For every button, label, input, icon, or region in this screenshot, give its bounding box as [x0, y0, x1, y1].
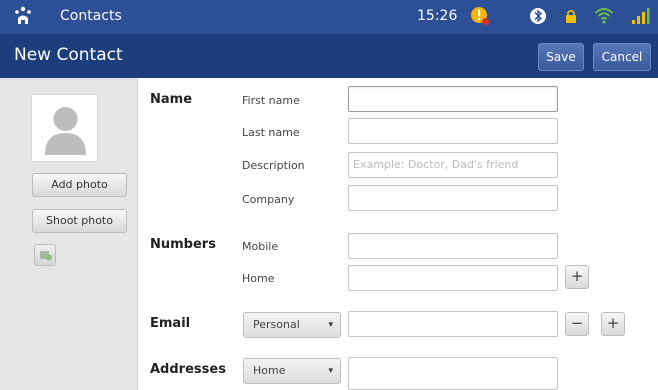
gallery-icon — [40, 251, 52, 261]
page-title: New Contact — [14, 45, 123, 65]
address-type-value: Home — [253, 364, 286, 377]
mobile-label: Mobile — [242, 240, 279, 253]
alert-icon — [471, 7, 489, 25]
name-section-label: Name — [150, 92, 193, 107]
email-type-select[interactable]: Personal ▾ — [243, 312, 341, 338]
dropdown-arrow-icon: ▾ — [328, 320, 333, 330]
add-number-button[interactable]: + — [565, 265, 589, 289]
dropdown-arrow-icon: ▾ — [328, 366, 333, 376]
contact-placeholder-icon — [45, 107, 86, 155]
remove-email-button[interactable]: − — [565, 312, 589, 336]
home-phone-input[interactable] — [348, 265, 558, 291]
status-app-name: Contacts — [60, 8, 122, 24]
app-icon — [15, 6, 31, 24]
company-label: Company — [242, 193, 295, 206]
lock-icon — [566, 9, 576, 23]
status-bar: Contacts 15:26 — [0, 0, 658, 34]
add-photo-button[interactable]: Add photo — [32, 173, 127, 197]
company-input[interactable] — [348, 185, 558, 211]
description-label: Description — [242, 159, 305, 172]
photo-settings-button[interactable] — [34, 244, 56, 266]
address-type-select[interactable]: Home ▾ — [243, 358, 341, 384]
save-button[interactable]: Save — [538, 43, 584, 71]
last-name-label: Last name — [242, 126, 300, 139]
avatar[interactable] — [31, 94, 98, 162]
address-input[interactable] — [348, 357, 558, 390]
signal-icon — [632, 8, 650, 24]
home-phone-label: Home — [242, 272, 275, 285]
photo-panel: Add photo Shoot photo — [0, 78, 138, 390]
first-name-label: First name — [242, 94, 300, 107]
email-section-label: Email — [150, 316, 191, 331]
bluetooth-icon — [530, 8, 546, 24]
addresses-section-label: Addresses — [150, 362, 226, 377]
email-input[interactable] — [348, 311, 558, 337]
description-input[interactable]: Example: Doctor, Dad's friend — [348, 152, 558, 178]
contact-form: Name First name Last name Description Ex… — [139, 78, 658, 390]
wifi-icon — [594, 8, 614, 24]
last-name-input[interactable] — [348, 118, 558, 144]
action-bar: New Contact Save Cancel — [0, 34, 658, 78]
first-name-input[interactable] — [348, 86, 558, 112]
add-email-button[interactable]: + — [601, 312, 625, 336]
shoot-photo-button[interactable]: Shoot photo — [32, 209, 127, 233]
cancel-button[interactable]: Cancel — [593, 43, 651, 71]
email-type-value: Personal — [253, 318, 300, 331]
status-time: 15:26 — [417, 8, 458, 24]
numbers-section-label: Numbers — [150, 237, 216, 252]
mobile-input[interactable] — [348, 233, 558, 259]
